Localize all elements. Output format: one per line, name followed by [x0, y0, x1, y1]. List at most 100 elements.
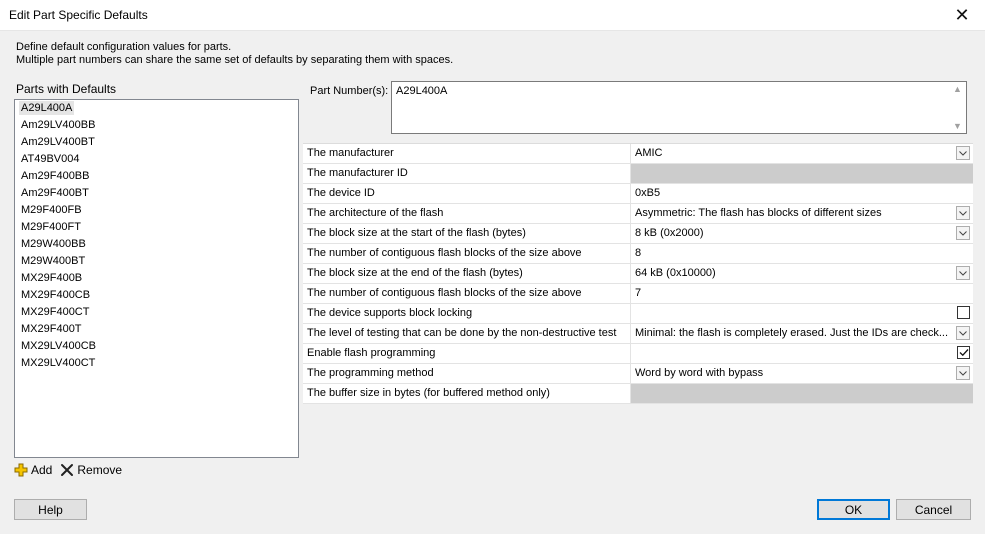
property-value-text: Asymmetric: The flash has blocks of diff…: [635, 207, 882, 219]
list-item[interactable]: Am29F400BT: [15, 185, 298, 202]
property-value[interactable]: [631, 304, 973, 323]
property-name: The number of contiguous flash blocks of…: [303, 244, 631, 263]
list-item-label: AT49BV004: [21, 153, 80, 165]
property-grid: The manufacturer AMIC The manufacturer ID T…: [303, 143, 973, 404]
property-value[interactable]: 64 kB (0x10000): [631, 264, 973, 283]
property-row[interactable]: The level of testing that can be done by…: [303, 324, 973, 344]
property-value-text: 7: [635, 287, 642, 299]
list-item[interactable]: Am29LV400BB: [15, 117, 298, 134]
property-row[interactable]: The number of contiguous flash blocks of…: [303, 244, 973, 264]
list-item[interactable]: M29W400BB: [15, 236, 298, 253]
dropdown-arrow-icon[interactable]: [956, 266, 970, 280]
list-item-label: Am29LV400BT: [21, 136, 95, 148]
property-value[interactable]: AMIC: [631, 144, 973, 163]
list-item[interactable]: M29W400BT: [15, 253, 298, 270]
property-value-text: 8 kB (0x2000): [635, 227, 704, 239]
property-value[interactable]: Word by word with bypass: [631, 364, 973, 383]
checkbox-checked[interactable]: [957, 346, 970, 359]
add-button[interactable]: Add: [14, 463, 52, 477]
property-row[interactable]: The programming method Word by word with …: [303, 364, 973, 384]
remove-label: Remove: [77, 463, 123, 477]
parts-list[interactable]: A29L400A Am29LV400BB Am29LV400BT AT49BV004 A…: [14, 99, 299, 458]
property-value-text: 8: [635, 247, 642, 259]
list-item-label: M29W400BT: [21, 255, 86, 267]
add-label: Add: [31, 463, 53, 477]
close-icon[interactable]: ✕: [939, 0, 985, 30]
property-row[interactable]: The device ID 0xB5: [303, 184, 973, 204]
property-value: [631, 384, 973, 403]
list-item[interactable]: MX29F400T: [15, 321, 298, 338]
property-row[interactable]: The block size at the end of the flash (…: [303, 264, 973, 284]
list-item-label: Am29F400BB: [21, 170, 90, 182]
dropdown-arrow-icon[interactable]: [956, 146, 970, 160]
property-row[interactable]: The manufacturer ID: [303, 164, 973, 184]
property-value-text: 64 kB (0x10000): [635, 267, 716, 279]
property-row[interactable]: The number of contiguous flash blocks of…: [303, 284, 973, 304]
dropdown-arrow-icon[interactable]: [956, 226, 970, 240]
list-item[interactable]: MX29F400B: [15, 270, 298, 287]
dropdown-arrow-icon[interactable]: [956, 366, 970, 380]
property-name: The device ID: [303, 184, 631, 203]
property-name: The architecture of the flash: [303, 204, 631, 223]
part-number-scrollbar[interactable]: ▲ ▼: [950, 82, 966, 133]
property-name: The device supports block locking: [303, 304, 631, 323]
remove-button[interactable]: Remove: [60, 463, 122, 477]
list-item-label: M29F400FT: [21, 221, 81, 233]
list-item[interactable]: Am29F400BB: [15, 168, 298, 185]
property-name: The buffer size in bytes (for buffered m…: [303, 384, 631, 403]
scroll-up-icon[interactable]: ▲: [953, 84, 962, 94]
property-value[interactable]: [631, 344, 973, 363]
property-row[interactable]: The architecture of the flash Asymmetric:…: [303, 204, 973, 224]
property-value[interactable]: 8: [631, 244, 973, 263]
property-row[interactable]: Enable flash programming: [303, 344, 973, 364]
property-value-text: Minimal: the flash is completely erased.…: [635, 327, 949, 339]
list-item-label: Am29LV400BB: [21, 119, 96, 131]
cancel-button[interactable]: Cancel: [896, 499, 971, 520]
plus-icon: [14, 463, 28, 477]
list-item[interactable]: AT49BV004: [15, 151, 298, 168]
property-name: The number of contiguous flash blocks of…: [303, 284, 631, 303]
property-name: The manufacturer ID: [303, 164, 631, 183]
property-value-text: Word by word with bypass: [635, 367, 764, 379]
property-value[interactable]: Minimal: the flash is completely erased.…: [631, 324, 973, 343]
property-value[interactable]: 7: [631, 284, 973, 303]
property-value[interactable]: 0xB5: [631, 184, 973, 203]
list-item[interactable]: MX29F400CB: [15, 287, 298, 304]
list-item[interactable]: MX29LV400CB: [15, 338, 298, 355]
list-item-label: M29W400BB: [21, 238, 86, 250]
help-button[interactable]: Help: [14, 499, 87, 520]
dropdown-arrow-icon[interactable]: [956, 326, 970, 340]
property-row[interactable]: The buffer size in bytes (for buffered m…: [303, 384, 973, 404]
part-number-label: Part Number(s):: [310, 85, 389, 97]
list-item-label: A29L400A: [19, 101, 75, 115]
list-item[interactable]: MX29F400CT: [15, 304, 298, 321]
property-row[interactable]: The block size at the start of the flash…: [303, 224, 973, 244]
property-name: The block size at the end of the flash (…: [303, 264, 631, 283]
list-item-label: MX29LV400CT: [21, 357, 96, 369]
property-name: The programming method: [303, 364, 631, 383]
list-item[interactable]: M29F400FT: [15, 219, 298, 236]
scroll-down-icon[interactable]: ▼: [953, 121, 962, 131]
property-value[interactable]: Asymmetric: The flash has blocks of diff…: [631, 204, 973, 223]
ok-button[interactable]: OK: [817, 499, 890, 520]
dropdown-arrow-icon[interactable]: [956, 206, 970, 220]
list-item[interactable]: A29L400A: [15, 100, 298, 117]
property-name: Enable flash programming: [303, 344, 631, 363]
property-name: The level of testing that can be done by…: [303, 324, 631, 343]
window-title: Edit Part Specific Defaults: [9, 8, 148, 22]
property-row[interactable]: The device supports block locking: [303, 304, 973, 324]
list-item-label: M29F400FB: [21, 204, 82, 216]
cross-icon: [60, 463, 74, 477]
property-name: The block size at the start of the flash…: [303, 224, 631, 243]
part-number-input[interactable]: A29L400A ▲ ▼: [391, 81, 967, 134]
list-item[interactable]: M29F400FB: [15, 202, 298, 219]
list-item-label: Am29F400BT: [21, 187, 89, 199]
list-item[interactable]: Am29LV400BT: [15, 134, 298, 151]
list-item-label: MX29F400B: [21, 272, 83, 284]
checkbox-unchecked[interactable]: [957, 306, 970, 319]
property-value[interactable]: 8 kB (0x2000): [631, 224, 973, 243]
list-item-label: MX29LV400CB: [21, 340, 97, 352]
description-line-2: Multiple part numbers can share the same…: [16, 54, 454, 66]
property-row[interactable]: The manufacturer AMIC: [303, 144, 973, 164]
list-item[interactable]: MX29LV400CT: [15, 355, 298, 372]
